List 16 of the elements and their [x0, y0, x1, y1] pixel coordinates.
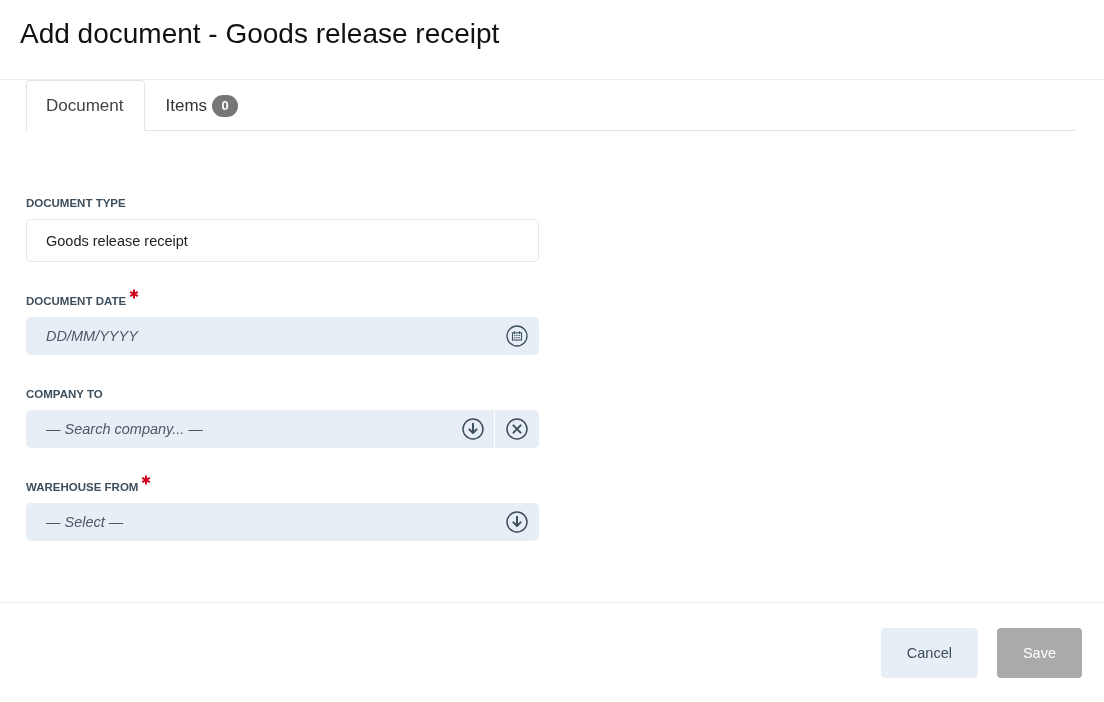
tab[interactable]: Document: [26, 80, 146, 131]
field-label: DOCUMENT TYPE: [26, 196, 126, 210]
clear-button[interactable]: [495, 410, 539, 448]
count-badge: 0: [212, 94, 239, 117]
tab[interactable]: Items 0: [145, 80, 261, 131]
field-label: COMPANY TO: [26, 387, 103, 401]
page-title: Add document - Goods release receipt: [20, 17, 500, 51]
close-icon: [506, 418, 528, 440]
cancel-button[interactable]: Cancel: [880, 628, 978, 678]
field-label: WAREHOUSE FROM: [26, 480, 139, 494]
search-field[interactable]: — Search company... —: [26, 410, 494, 448]
date-field[interactable]: DD/MM/YYYY: [26, 317, 539, 355]
field-label: DOCUMENT DATE: [26, 294, 127, 308]
calendar-icon: [506, 325, 528, 347]
text-field[interactable]: Goods release receipt: [26, 219, 539, 262]
dropdown-field[interactable]: — Select —: [26, 503, 539, 541]
